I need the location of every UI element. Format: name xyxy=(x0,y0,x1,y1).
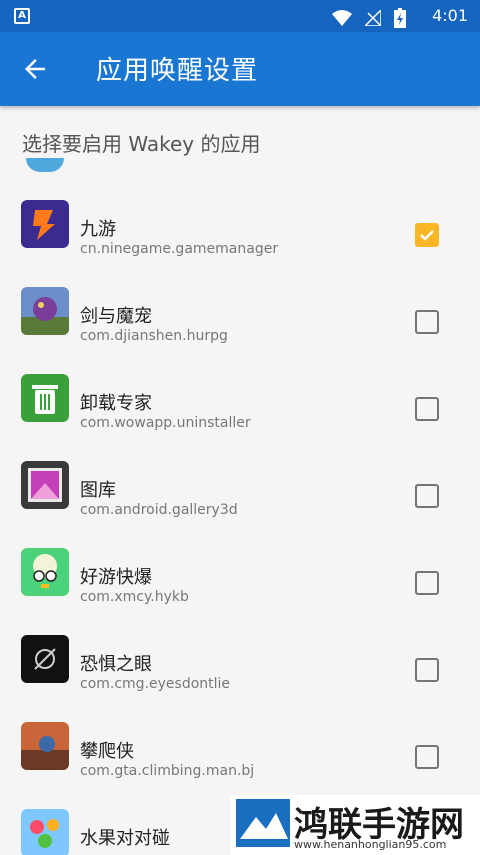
watermark: 鸿联手游网 www.henanhonglian95.com xyxy=(230,795,480,855)
wifi-icon xyxy=(331,9,352,26)
status-bar: A 4:01 xyxy=(0,0,480,32)
battery-charging-icon xyxy=(394,7,406,28)
app-name: 攀爬侠 xyxy=(80,741,134,762)
watermark-url: www.henanhonglian95.com xyxy=(294,838,447,851)
no-signal-icon xyxy=(364,9,381,26)
app-bar: 应用唤醒设置 xyxy=(0,32,480,106)
app-checkbox[interactable] xyxy=(415,571,439,595)
arrow-left-icon xyxy=(25,59,45,79)
app-list: 九游 cn.ninegame.gamemanager 剑与魔宠 com.djia… xyxy=(0,180,480,855)
app-name: 卸载专家 xyxy=(80,393,152,414)
app-checkbox[interactable] xyxy=(415,658,439,682)
app-package: com.android.gallery3d xyxy=(80,502,238,518)
app-name: 水果对对碰 xyxy=(80,828,170,849)
app-checkbox[interactable] xyxy=(415,310,439,334)
app-name: 好游快爆 xyxy=(80,567,152,588)
app-package: com.xmcy.hykb xyxy=(80,589,189,605)
hykb-icon xyxy=(21,548,69,596)
jianyumochong-icon xyxy=(21,287,69,335)
app-checkbox[interactable] xyxy=(415,484,439,508)
app-name: 九游 xyxy=(80,219,116,240)
jiuyou-icon xyxy=(21,200,69,248)
app-package: cn.ninegame.gamemanager xyxy=(80,241,279,257)
app-package: com.cmg.eyesdontlie xyxy=(80,676,231,692)
list-item[interactable]: 恐惧之眼 com.cmg.eyesdontlie xyxy=(0,615,480,702)
back-button[interactable] xyxy=(20,54,50,84)
system-icons xyxy=(324,7,406,28)
app-name: 剑与魔宠 xyxy=(80,306,152,327)
app-package: com.djianshen.hurpg xyxy=(80,328,228,344)
list-item[interactable]: 图库 com.android.gallery3d xyxy=(0,441,480,528)
app-name: 恐惧之眼 xyxy=(80,654,152,675)
clock: 4:01 xyxy=(432,6,468,25)
checkmark-icon xyxy=(420,230,434,241)
app-checkbox[interactable] xyxy=(415,397,439,421)
app-package: com.wowapp.uninstaller xyxy=(80,415,251,431)
app-checkbox[interactable] xyxy=(415,745,439,769)
climbing-icon xyxy=(21,722,69,770)
list-item[interactable]: 剑与魔宠 com.djianshen.hurpg xyxy=(0,267,480,354)
list-item[interactable]: 好游快爆 com.xmcy.hykb xyxy=(0,528,480,615)
list-item[interactable]: 卸载专家 com.wowapp.uninstaller xyxy=(0,354,480,441)
fruit-icon xyxy=(21,809,69,855)
section-header: 选择要启用 Wakey 的应用 xyxy=(22,132,261,156)
app-name: 图库 xyxy=(80,480,116,501)
list-item[interactable]: 攀爬侠 com.gta.climbing.man.bj xyxy=(0,702,480,789)
gallery-icon xyxy=(21,461,69,509)
eye-icon xyxy=(21,635,69,683)
trash-icon xyxy=(21,374,69,422)
list-item[interactable]: 九游 cn.ninegame.gamemanager xyxy=(0,180,480,267)
notification-a-icon: A xyxy=(14,8,30,24)
partially-hidden-app-icon xyxy=(26,158,64,172)
app-checkbox[interactable] xyxy=(415,223,439,247)
page-title: 应用唤醒设置 xyxy=(96,56,259,86)
watermark-logo-icon xyxy=(236,799,290,847)
app-package: com.gta.climbing.man.bj xyxy=(80,763,255,779)
